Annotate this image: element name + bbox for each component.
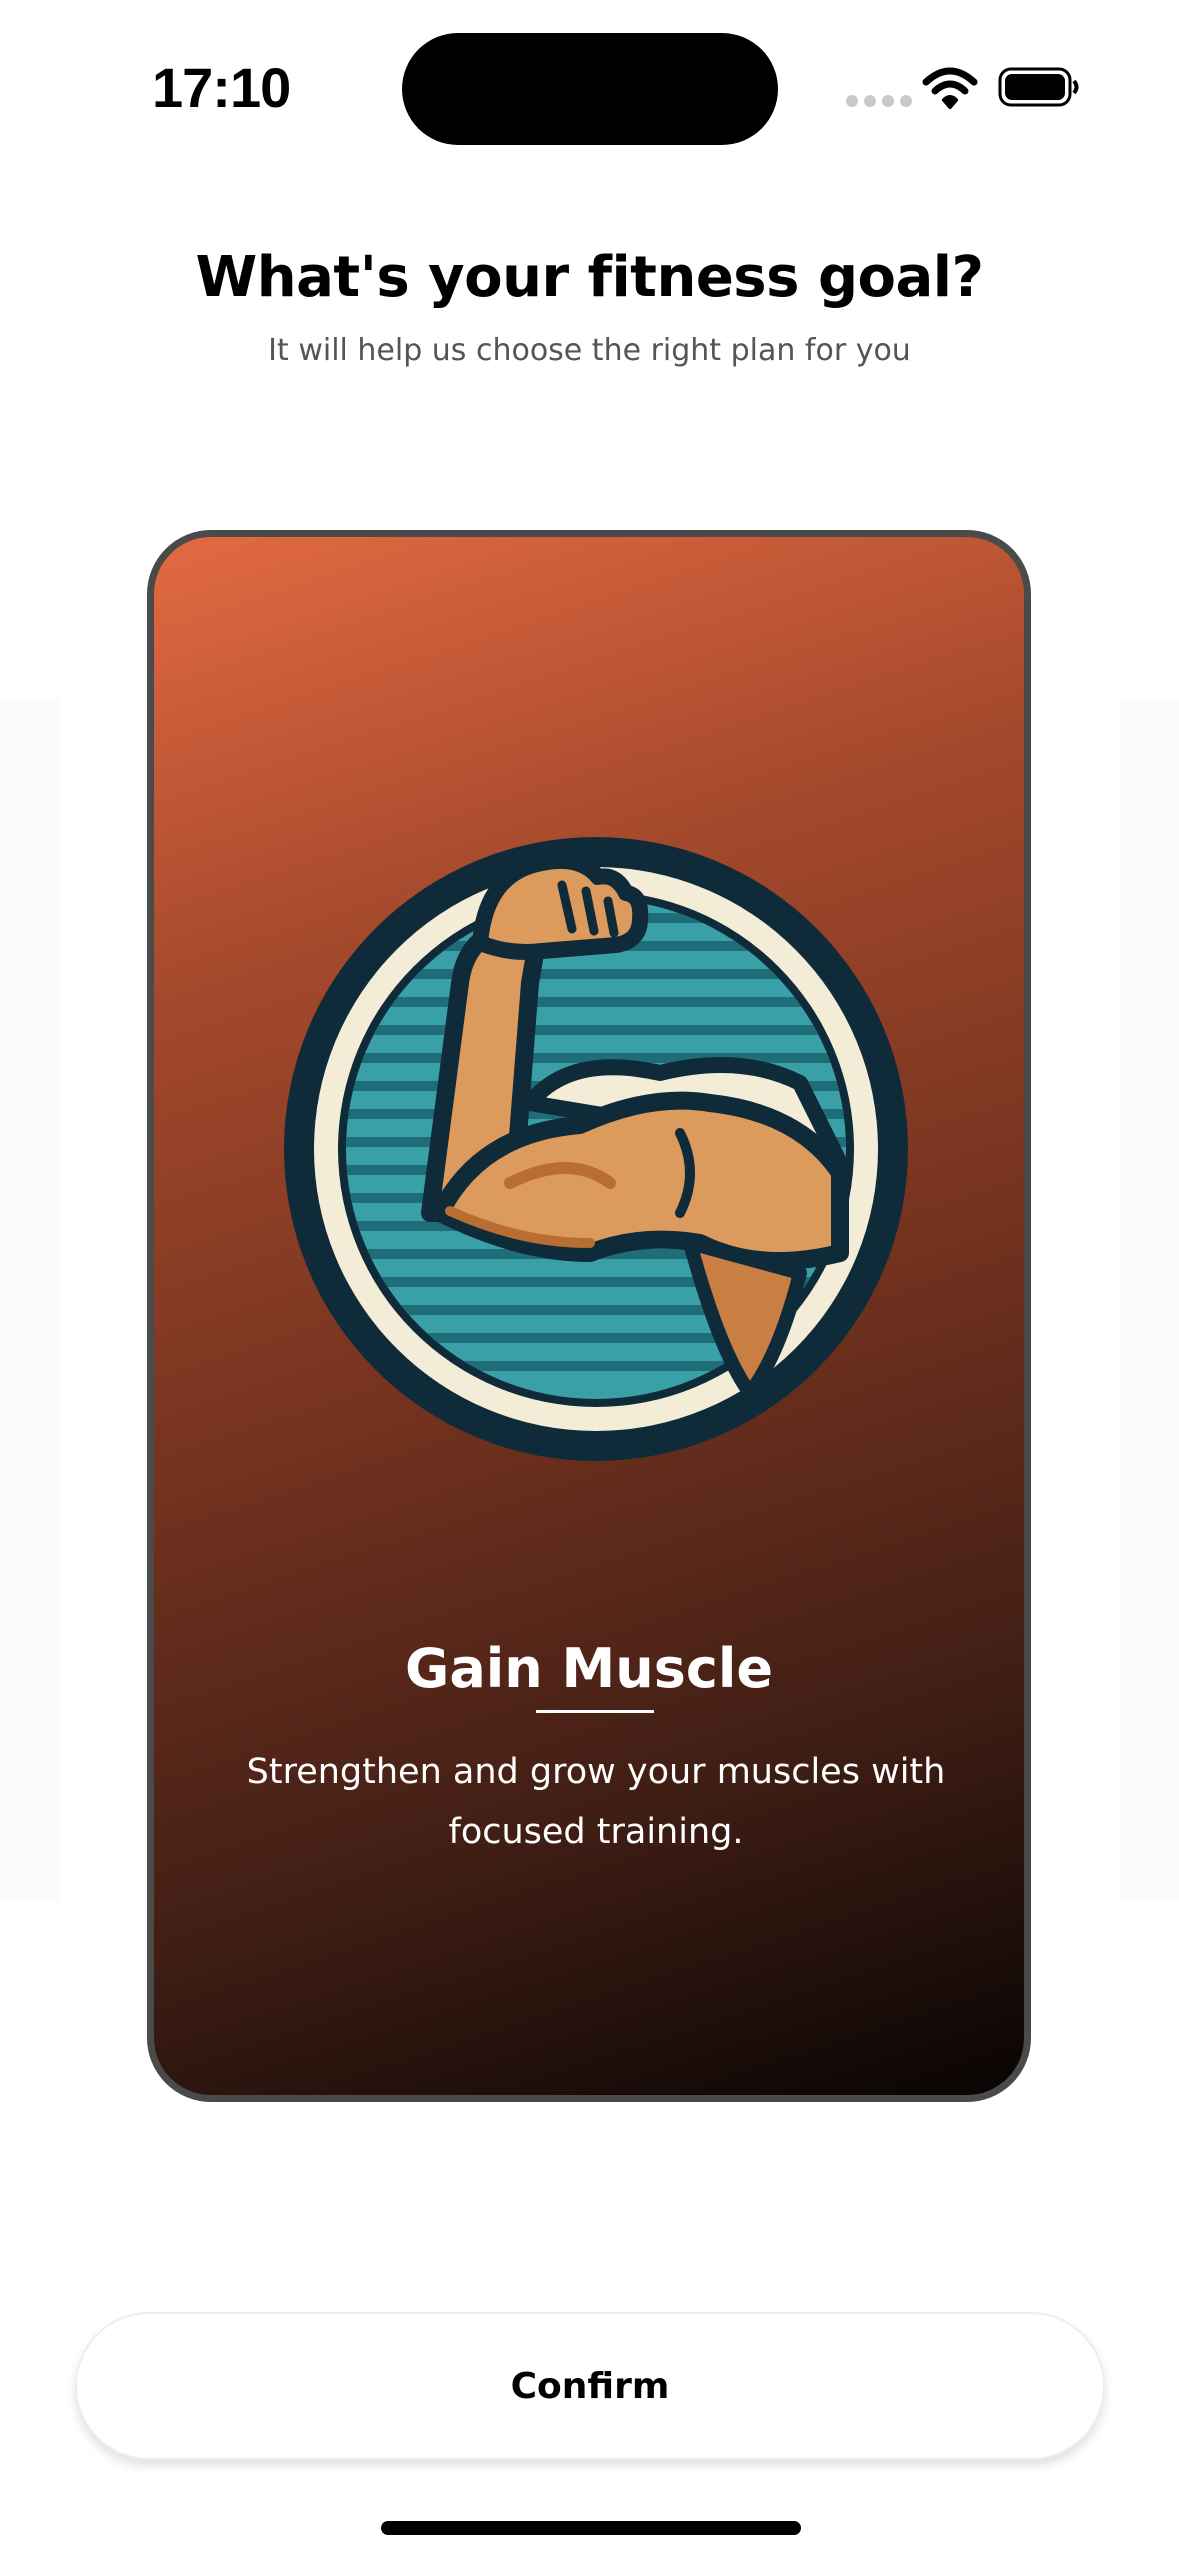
goal-title: Gain Muscle	[405, 1637, 773, 1700]
battery-icon	[998, 67, 1079, 107]
screen: 17:10 What's your fitness goal? It will …	[0, 0, 1179, 2556]
status-bar: 17:10	[0, 0, 1179, 160]
goal-card-gain-muscle[interactable]: Gain Muscle Strengthen and grow your mus…	[147, 530, 1031, 2102]
next-goal-card[interactable]	[1119, 700, 1179, 1900]
confirm-button[interactable]: Confirm	[75, 2312, 1105, 2460]
page-title: What's your fitness goal?	[195, 245, 985, 310]
dynamic-island	[402, 33, 778, 145]
wifi-icon	[922, 67, 978, 109]
flexed-bicep-icon	[284, 837, 908, 1461]
status-time: 17:10	[152, 56, 291, 119]
page-subtitle: It will help us choose the right plan fo…	[268, 333, 911, 368]
previous-goal-card[interactable]	[0, 700, 60, 1900]
goal-title-underline	[536, 1710, 654, 1713]
signal-dots-icon	[846, 95, 912, 107]
goal-description: Strengthen and grow your muscles with fo…	[246, 1752, 946, 1852]
home-indicator[interactable]	[381, 2521, 801, 2535]
